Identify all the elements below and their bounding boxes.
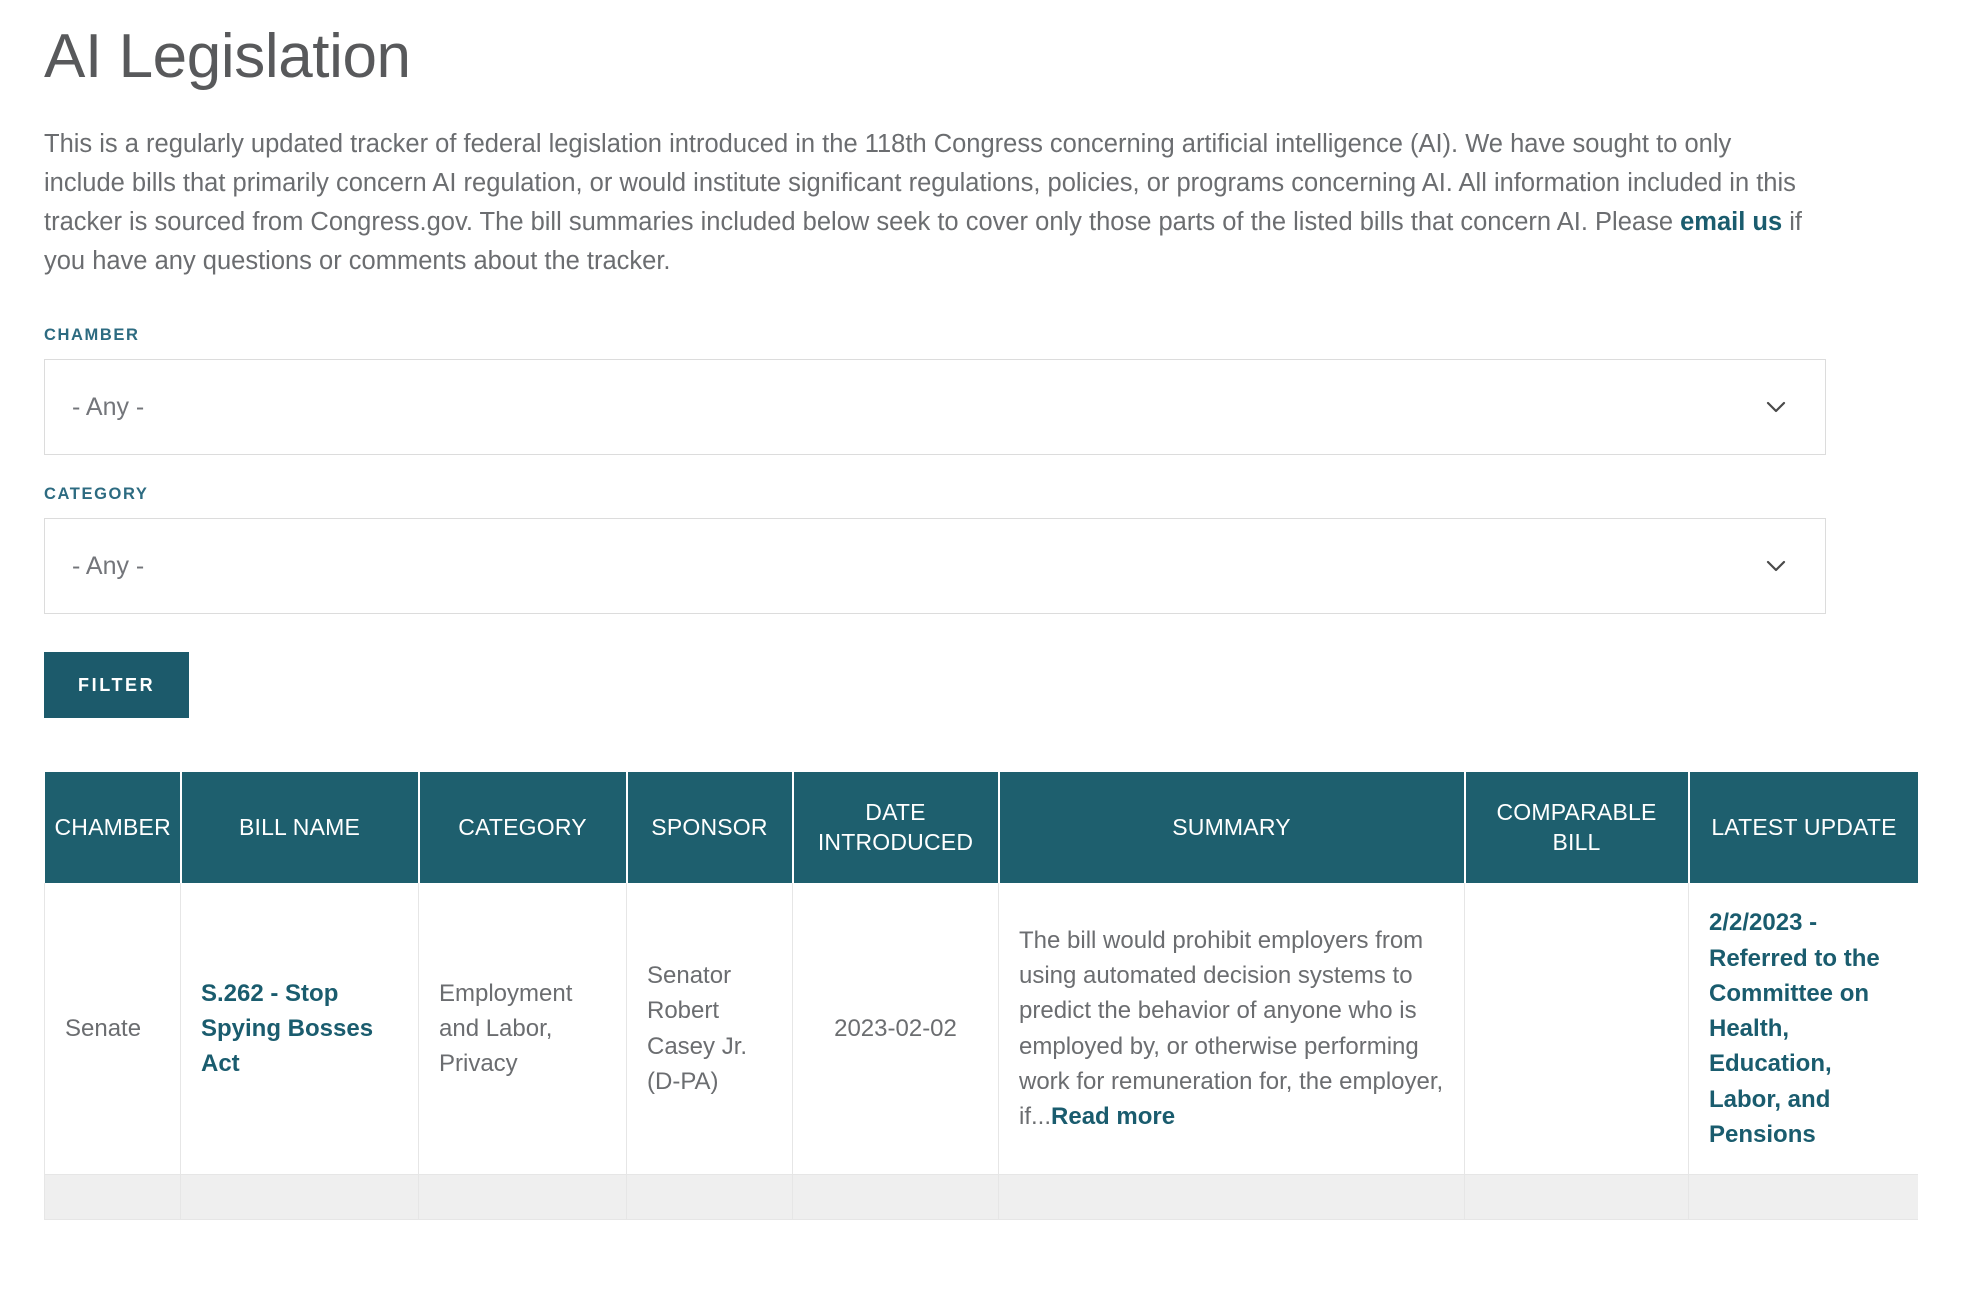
filter-panel: CHAMBER - Any - CATEGORY - Any - FILTER	[44, 326, 1918, 719]
column-header-date-introduced: DATE INTRODUCED	[792, 772, 1000, 884]
cell-comparable-bill	[1464, 883, 1689, 1176]
chamber-field: CHAMBER - Any -	[44, 326, 1918, 456]
column-header-sponsor: SPONSOR	[626, 772, 794, 884]
bills-table: CHAMBER BILL NAME CATEGORY SPONSOR DATE …	[44, 772, 1918, 1221]
table-header-row: CHAMBER BILL NAME CATEGORY SPONSOR DATE …	[44, 772, 1918, 884]
column-header-summary: SUMMARY	[998, 772, 1466, 884]
intro-text-before: This is a regularly updated tracker of f…	[44, 130, 1796, 236]
summary-text: The bill would prohibit employers from u…	[1019, 926, 1444, 1131]
chamber-label: CHAMBER	[44, 326, 140, 345]
cell-date-introduced	[792, 1174, 999, 1221]
cell-category	[418, 1174, 627, 1221]
column-header-chamber: CHAMBER	[44, 772, 182, 884]
cell-bill-name	[180, 1174, 419, 1221]
column-header-category: CATEGORY	[418, 772, 628, 884]
latest-update-text: 2/2/2023 - Referred to the Committee on …	[1709, 909, 1880, 1148]
chevron-down-icon	[1763, 394, 1789, 420]
table-row	[44, 1174, 1918, 1221]
cell-summary: The bill would prohibit employers from u…	[998, 883, 1465, 1176]
cell-date-introduced: 2023-02-02	[792, 883, 999, 1176]
cell-chamber: Senate	[44, 883, 181, 1176]
cell-comparable-bill	[1464, 1174, 1689, 1221]
column-header-comparable-bill: COMPARABLE BILL	[1464, 772, 1690, 884]
filter-button[interactable]: FILTER	[44, 652, 190, 719]
cell-chamber	[44, 1174, 181, 1221]
table-row: Senate S.262 - Stop Spying Bosses Act Em…	[44, 883, 1918, 1176]
ai-legislation-tracker-page: AI Legislation This is a regularly updat…	[0, 0, 1962, 1306]
email-us-link[interactable]: email us	[1680, 208, 1782, 236]
cell-category: Employment and Labor, Privacy	[418, 883, 627, 1176]
bills-table-scroll-container[interactable]: CHAMBER BILL NAME CATEGORY SPONSOR DATE …	[44, 772, 1918, 1221]
chamber-select-value: - Any -	[72, 392, 145, 421]
bills-table-head: CHAMBER BILL NAME CATEGORY SPONSOR DATE …	[44, 772, 1918, 884]
cell-summary	[998, 1174, 1465, 1221]
cell-latest-update: 2/2/2023 - Referred to the Committee on …	[1688, 883, 1918, 1176]
chevron-down-icon	[1763, 553, 1789, 579]
bill-name-link[interactable]: S.262 - Stop Spying Bosses Act	[201, 980, 373, 1078]
category-field: CATEGORY - Any -	[44, 485, 1918, 615]
bills-table-body: Senate S.262 - Stop Spying Bosses Act Em…	[44, 883, 1918, 1221]
cell-sponsor	[626, 1174, 793, 1221]
cell-bill-name: S.262 - Stop Spying Bosses Act	[180, 883, 419, 1176]
page-title: AI Legislation	[44, 22, 411, 91]
intro-paragraph: This is a regularly updated tracker of f…	[44, 125, 1814, 280]
read-more-link[interactable]: Read more	[1051, 1103, 1175, 1130]
category-select-value: - Any -	[72, 551, 145, 580]
cell-latest-update	[1688, 1174, 1918, 1221]
chamber-select[interactable]: - Any -	[44, 359, 1826, 456]
category-select[interactable]: - Any -	[44, 518, 1826, 615]
cell-sponsor: Senator Robert Casey Jr. (D-PA)	[626, 883, 793, 1176]
column-header-latest-update: LATEST UPDATE	[1688, 772, 1918, 884]
category-label: CATEGORY	[44, 485, 149, 504]
column-header-bill-name: BILL NAME	[180, 772, 420, 884]
